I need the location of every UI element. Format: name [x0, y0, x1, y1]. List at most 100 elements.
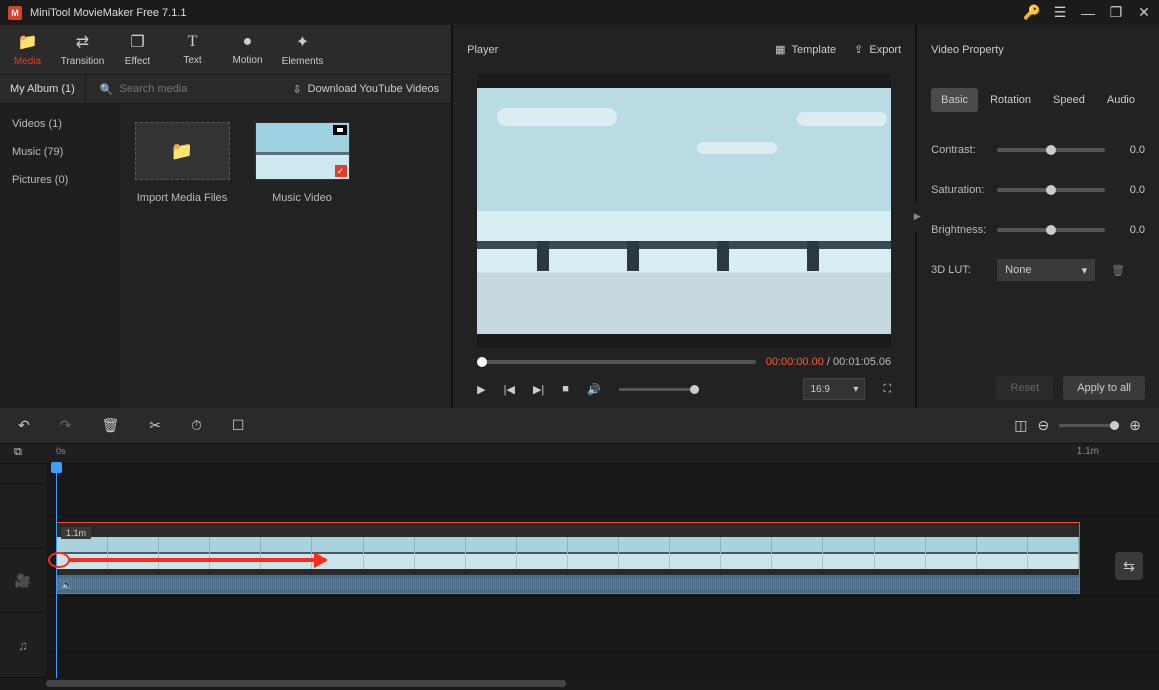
- stop-icon[interactable]: ■: [562, 383, 569, 395]
- aspect-ratio-dropdown[interactable]: 16:9 ▾: [803, 378, 865, 400]
- tab-label: Media: [14, 56, 41, 67]
- tracks-body[interactable]: 1.1m 🔈 ⇆: [46, 464, 1159, 678]
- sidebar-item-pictures[interactable]: Pictures (0): [0, 166, 120, 194]
- player-panel: Player ▦ Template ⇪ Export: [453, 25, 917, 408]
- next-frame-icon[interactable]: ▶|: [533, 383, 544, 396]
- titlebar: M MiniTool MovieMaker Free 7.1.1 🔑 ☰ — ❐…: [0, 0, 1159, 25]
- reset-button[interactable]: Reset: [996, 376, 1053, 400]
- video-track-icon[interactable]: 🎥: [0, 549, 46, 614]
- sidebar-item-music[interactable]: Music (79): [0, 138, 120, 166]
- download-youtube-button[interactable]: ⇩ Download YouTube Videos: [280, 83, 451, 96]
- tile-label: Import Media Files: [132, 192, 232, 204]
- tool-tabs: 📁 Media ⇄ Transition ❐ Effect T Text ● M…: [0, 25, 451, 74]
- playhead[interactable]: [56, 464, 57, 678]
- close-icon[interactable]: ✕: [1137, 6, 1151, 20]
- tab-transition[interactable]: ⇄ Transition: [55, 25, 110, 74]
- tab-label: Text: [183, 55, 201, 66]
- maximize-icon[interactable]: ❐: [1109, 6, 1123, 20]
- tab-label: Transition: [61, 56, 105, 67]
- speed-icon[interactable]: ⏱: [191, 417, 202, 434]
- brightness-row: Brightness: 0.0: [931, 210, 1145, 250]
- video-property-header: Video Property: [931, 44, 1004, 56]
- aspect-value: 16:9: [810, 384, 829, 395]
- annotation-drag-arrow: [68, 558, 326, 562]
- add-marker-icon[interactable]: ⧉: [14, 446, 22, 459]
- delete-icon[interactable]: 🗑: [101, 417, 119, 434]
- seek-bar[interactable]: [477, 360, 756, 364]
- split-icon[interactable]: ✂: [149, 417, 161, 434]
- tab-media[interactable]: 📁 Media: [0, 25, 55, 74]
- media-grid: 📁 Import Media Files ✓ Music Video: [120, 104, 451, 408]
- tab-rotation[interactable]: Rotation: [980, 88, 1041, 112]
- timecode: 00:00:00.00 / 00:01:05.06: [766, 356, 891, 368]
- zoom-out-icon[interactable]: ⊖: [1038, 417, 1050, 434]
- brightness-label: Brightness:: [931, 224, 989, 236]
- volume-slider[interactable]: [619, 388, 699, 391]
- delete-lut-icon[interactable]: 🗑: [1111, 264, 1125, 277]
- seek-row: 00:00:00.00 / 00:01:05.06: [477, 356, 891, 368]
- text-icon: T: [188, 33, 198, 51]
- lut-row: 3D LUT: None ▾ 🗑: [931, 250, 1145, 290]
- chevron-down-icon: ▾: [1082, 264, 1088, 277]
- titlebar-controls: 🔑 ☰ — ❐ ✕: [1025, 6, 1151, 20]
- tab-basic[interactable]: Basic: [931, 88, 978, 112]
- current-time: 00:00:00.00: [766, 356, 824, 368]
- timeline-tracks: 🎥 ♫ 1.1m 🔈 ⇆: [0, 464, 1159, 678]
- video-preview-frame: [477, 74, 891, 348]
- add-transition-button[interactable]: ⇆: [1115, 552, 1143, 580]
- import-media-tile[interactable]: 📁 Import Media Files: [132, 122, 232, 204]
- timeline-panel: ↶ ↷ 🗑 ✂ ⏱ ☐ ◫ ⊖ ⊕ ⧉ 0s 1.1m 🎥 ♫ 1.: [0, 408, 1159, 690]
- video-preview[interactable]: [477, 88, 891, 334]
- contrast-label: Contrast:: [931, 144, 989, 156]
- play-icon[interactable]: ▶: [477, 383, 485, 396]
- redo-icon[interactable]: ↷: [60, 417, 72, 434]
- export-button[interactable]: ⇪ Export: [854, 43, 901, 56]
- volume-icon[interactable]: 🔊: [587, 383, 601, 396]
- clip-audio-icon: 🔈: [61, 580, 73, 591]
- search-area: 🔍: [85, 75, 281, 103]
- saturation-slider[interactable]: [997, 188, 1105, 192]
- zoom-in-icon[interactable]: ⊕: [1129, 417, 1141, 434]
- prev-frame-icon[interactable]: |◀: [504, 383, 515, 396]
- tab-effect[interactable]: ❐ Effect: [110, 25, 165, 74]
- property-tabs: Basic Rotation Speed Audio: [917, 74, 1159, 112]
- panel-expand-toggle[interactable]: ▶: [912, 202, 922, 232]
- minimize-icon[interactable]: —: [1081, 6, 1095, 20]
- hamburger-menu-icon[interactable]: ☰: [1053, 6, 1067, 20]
- tab-speed[interactable]: Speed: [1043, 88, 1095, 112]
- undo-icon[interactable]: ↶: [18, 417, 30, 434]
- crop-icon[interactable]: ☐: [232, 417, 245, 434]
- tab-elements[interactable]: ✦ Elements: [275, 25, 330, 74]
- saturation-row: Saturation: 0.0: [931, 170, 1145, 210]
- upgrade-key-icon[interactable]: 🔑: [1025, 6, 1039, 20]
- clip-thumbnails: [57, 537, 1079, 569]
- tab-motion[interactable]: ● Motion: [220, 25, 275, 74]
- apply-to-all-button[interactable]: Apply to all: [1063, 376, 1145, 400]
- album-name[interactable]: My Album (1): [0, 83, 85, 95]
- timeline-ruler[interactable]: ⧉ 0s 1.1m: [0, 444, 1159, 464]
- media-clip-tile[interactable]: ✓ Music Video: [252, 122, 352, 204]
- tab-text[interactable]: T Text: [165, 25, 220, 74]
- template-button[interactable]: ▦ Template: [775, 43, 836, 56]
- saturation-label: Saturation:: [931, 184, 989, 196]
- chevron-down-icon: ▾: [853, 384, 858, 395]
- scrollbar-thumb[interactable]: [46, 680, 566, 687]
- sidebar-item-videos[interactable]: Videos (1): [0, 110, 120, 138]
- export-label: Export: [869, 44, 901, 56]
- tab-audio[interactable]: Audio: [1097, 88, 1145, 112]
- contrast-slider[interactable]: [997, 148, 1105, 152]
- template-label: Template: [792, 44, 837, 56]
- download-icon: ⇩: [292, 83, 301, 96]
- zoom-slider[interactable]: [1059, 424, 1119, 427]
- brightness-slider[interactable]: [997, 228, 1105, 232]
- fit-icon[interactable]: ◫: [1014, 417, 1027, 434]
- fullscreen-icon[interactable]: ⛶: [883, 383, 891, 396]
- overlay-track-icon[interactable]: [0, 484, 46, 549]
- lut-dropdown[interactable]: None ▾: [997, 259, 1095, 281]
- timeline-scrollbar[interactable]: [0, 678, 1159, 690]
- tab-label: Elements: [282, 56, 324, 67]
- template-icon: ▦: [775, 43, 785, 56]
- audio-track-icon[interactable]: ♫: [0, 613, 46, 678]
- transition-icon: ⇄: [76, 32, 89, 52]
- search-input[interactable]: [120, 83, 260, 95]
